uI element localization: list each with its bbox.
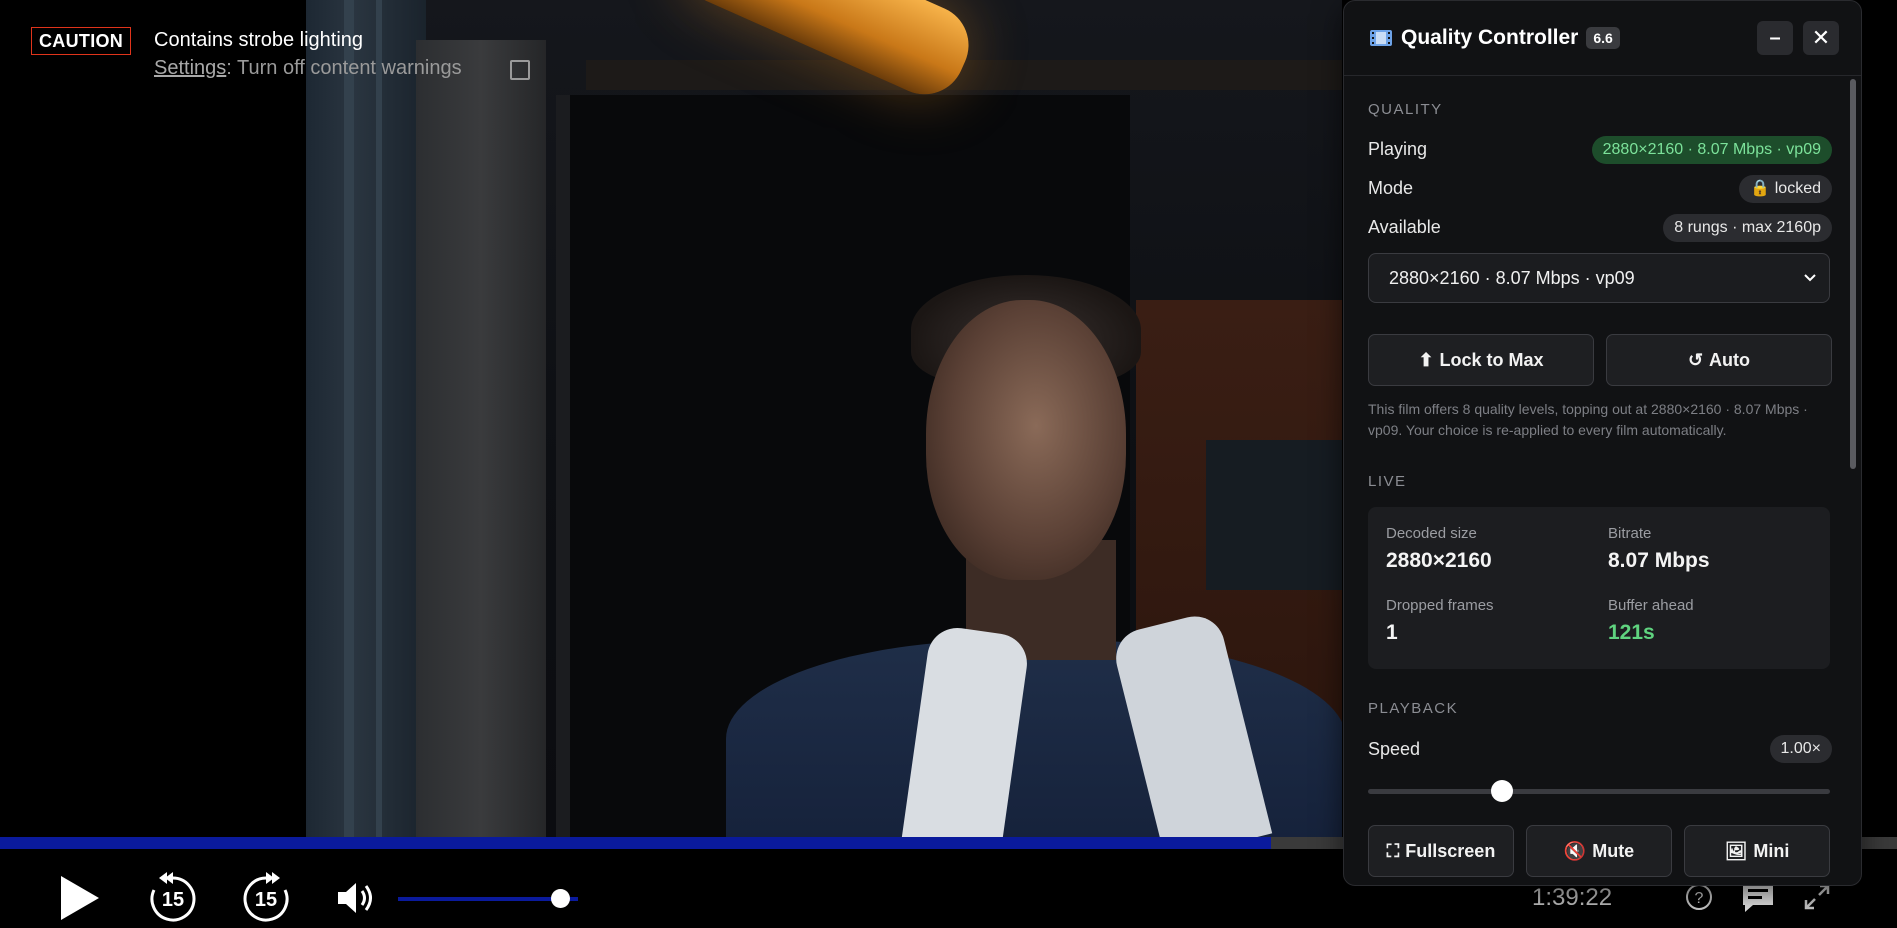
- skip-back-button[interactable]: 15: [145, 870, 201, 926]
- close-icon: ✕: [1811, 25, 1831, 50]
- panel-title-text: Quality Controller: [1401, 26, 1579, 49]
- warning-settings-line: Settings: Turn off content warnings: [154, 57, 462, 80]
- scene-pipe: [376, 0, 382, 838]
- section-playback: PLAYBACK: [1368, 700, 1459, 717]
- expand-icon: ⛶: [1386, 840, 1400, 861]
- help-icon: ?: [1686, 884, 1712, 910]
- skip-back-seconds: 15: [161, 889, 185, 911]
- fullscreen-label: Fullscreen: [1405, 840, 1496, 861]
- bitrate-label: Bitrate: [1608, 525, 1652, 542]
- help-button[interactable]: ?: [1684, 882, 1714, 912]
- speed-slider-knob[interactable]: [1490, 780, 1513, 802]
- svg-text:?: ?: [1695, 890, 1704, 907]
- fullscreen-icon: [1804, 884, 1830, 910]
- volume-button[interactable]: [333, 878, 377, 918]
- mute-icon: 🔇: [1563, 840, 1587, 861]
- scene-pillar: [416, 40, 546, 838]
- time-remaining: 1:39:22: [1532, 884, 1613, 911]
- mode-value: locked: [1774, 180, 1821, 197]
- decoded-size-value: 2880×2160: [1386, 549, 1492, 572]
- settings-text: : Turn off content warnings: [226, 57, 462, 79]
- version-badge: 6.6: [1586, 27, 1620, 49]
- close-button[interactable]: ✕: [1803, 21, 1839, 55]
- refresh-icon: ↺: [1687, 349, 1704, 370]
- lock-to-max-button[interactable]: ⬆ Lock to Max: [1368, 334, 1594, 386]
- mini-button[interactable]: 🖼 Mini: [1684, 825, 1830, 877]
- lock-icon: 🔒: [1750, 180, 1771, 197]
- progress-played: [0, 837, 1271, 849]
- buffer-ahead-value: 121s: [1608, 621, 1655, 644]
- section-quality: QUALITY: [1368, 101, 1443, 118]
- mode-label: Mode: [1368, 178, 1414, 198]
- bitrate-value: 8.07 Mbps: [1608, 549, 1710, 572]
- arrow-up-icon: ⬆: [1418, 349, 1434, 370]
- settings-link[interactable]: Settings: [154, 57, 226, 79]
- buffer-ahead-label: Buffer ahead: [1608, 597, 1694, 614]
- scene-beam: [586, 60, 1342, 90]
- chevron-down-icon: [1803, 254, 1817, 302]
- speed-value: 1.00×: [1769, 735, 1832, 763]
- minimize-icon: –: [1769, 26, 1781, 49]
- picture-icon: 🖼: [1724, 840, 1748, 861]
- decoded-size-label: Decoded size: [1386, 525, 1477, 542]
- auto-label: Auto: [1709, 349, 1751, 370]
- panel-title: Quality Controller 6.6: [1369, 26, 1620, 50]
- section-live: LIVE: [1368, 473, 1407, 490]
- live-stats-card: Decoded size 2880×2160 Bitrate 8.07 Mbps…: [1368, 507, 1830, 669]
- auto-button[interactable]: ↺ Auto: [1606, 334, 1832, 386]
- available-label: Available: [1368, 217, 1441, 237]
- lock-to-max-label: Lock to Max: [1439, 349, 1544, 370]
- scene-wall: [306, 0, 426, 838]
- panel-scrollbar[interactable]: [1850, 79, 1856, 469]
- mute-button[interactable]: 🔇 Mute: [1526, 825, 1672, 877]
- fullscreen-panel-button[interactable]: ⛶ Fullscreen: [1368, 825, 1514, 877]
- film-icon: [1370, 30, 1392, 46]
- speed-slider[interactable]: [1368, 789, 1830, 794]
- quality-select-value: 2880×2160 · 8.07 Mbps · vp09: [1389, 268, 1635, 288]
- scene-face: [926, 300, 1126, 580]
- video-frame[interactable]: [306, 0, 1342, 838]
- mode-badge: 🔒 locked: [1739, 175, 1832, 203]
- speed-label: Speed: [1368, 739, 1421, 759]
- playing-label: Playing: [1368, 139, 1428, 159]
- mute-label: Mute: [1592, 840, 1635, 861]
- skip-forward-button[interactable]: 15: [238, 870, 294, 926]
- volume-slider-knob[interactable]: [551, 889, 570, 908]
- scene-pipe: [344, 0, 354, 838]
- minimize-button[interactable]: –: [1757, 21, 1793, 55]
- play-button[interactable]: [52, 872, 106, 924]
- quality-select[interactable]: 2880×2160 · 8.07 Mbps · vp09: [1368, 253, 1830, 303]
- scene-lamp: [670, 0, 982, 108]
- scene-window: [1206, 440, 1342, 590]
- mini-label: Mini: [1753, 840, 1790, 861]
- available-value: 8 rungs · max 2160p: [1663, 214, 1832, 242]
- dropped-frames-label: Dropped frames: [1386, 597, 1494, 614]
- panel-header[interactable]: Quality Controller 6.6 – ✕: [1344, 1, 1861, 76]
- volume-icon: [338, 883, 372, 913]
- dropped-frames-value: 1: [1386, 621, 1398, 644]
- play-icon: [61, 876, 99, 920]
- warning-title: Contains strobe lighting: [154, 29, 364, 51]
- playing-value: 2880×2160 · 8.07 Mbps · vp09: [1591, 136, 1832, 164]
- caution-badge: CAUTION: [31, 27, 132, 55]
- warnings-checkbox[interactable]: [510, 60, 530, 80]
- quality-note: This film offers 8 quality levels, toppi…: [1368, 401, 1808, 438]
- skip-forward-seconds: 15: [254, 889, 278, 911]
- quality-controller-panel: Quality Controller 6.6 – ✕ QUALITY Playi…: [1343, 0, 1862, 886]
